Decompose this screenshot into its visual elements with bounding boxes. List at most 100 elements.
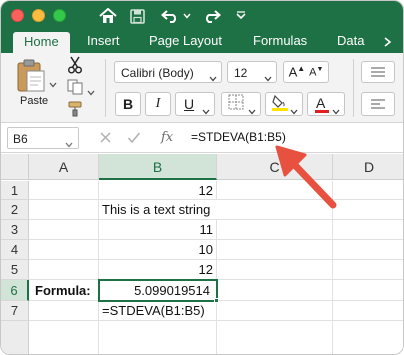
row-header[interactable]: 4: [1, 240, 29, 260]
row-header[interactable]: 3: [1, 220, 29, 240]
minimize-window-button[interactable]: [32, 9, 45, 22]
cell-a1[interactable]: [29, 181, 99, 200]
cell-c5[interactable]: [217, 260, 333, 280]
row-header[interactable]: 2: [1, 200, 29, 220]
fill-bucket-icon: [271, 93, 289, 116]
borders-button[interactable]: [221, 92, 261, 116]
font-size-buttons: A▲ A▼: [283, 61, 329, 83]
chevron-down-icon: [202, 102, 210, 120]
cell-a3[interactable]: [29, 220, 99, 240]
cell-c7[interactable]: [217, 301, 333, 321]
redo-icon[interactable]: [201, 5, 223, 27]
undo-dropdown-chevron-icon[interactable]: [181, 5, 193, 27]
cancel-icon[interactable]: [99, 131, 112, 149]
active-cell-border: [98, 279, 218, 302]
font-size-dropdown[interactable]: 12: [227, 61, 277, 83]
increase-font-size-button[interactable]: A▲: [289, 64, 306, 79]
font-name-dropdown[interactable]: Calibri (Body): [114, 61, 222, 83]
underline-button[interactable]: U: [175, 92, 215, 116]
cell-b3[interactable]: 11: [99, 220, 217, 240]
decrease-font-size-button[interactable]: A▼: [309, 66, 323, 79]
font-color-button[interactable]: A: [307, 92, 345, 116]
tab-data[interactable]: Data: [337, 31, 364, 53]
fill-color-button[interactable]: [265, 92, 303, 116]
cell-a5[interactable]: [29, 260, 99, 280]
cell-c8[interactable]: [217, 321, 333, 354]
chevron-down-icon: [248, 102, 256, 120]
copy-dropdown-chevron-icon[interactable]: [87, 83, 95, 101]
cell-d3[interactable]: [333, 220, 403, 240]
row-header: [1, 321, 29, 354]
select-all-corner[interactable]: [1, 154, 29, 180]
spreadsheet-grid: A B C D 1 2 3 4 5 6 7 12 This is a text …: [1, 154, 403, 354]
cell-b1[interactable]: 12: [99, 181, 217, 200]
cell-c4[interactable]: [217, 240, 333, 260]
ribbon-home: Paste Calibri (Body) 12 A▲ A▼ B I U A: [1, 53, 403, 123]
cell-a6[interactable]: Formula:: [29, 280, 99, 301]
font-name-value: Calibri (Body): [121, 66, 194, 80]
cell-a7[interactable]: [29, 301, 99, 321]
bold-button[interactable]: B: [115, 92, 141, 116]
cell-d2[interactable]: [333, 200, 403, 220]
row-header[interactable]: 1: [1, 181, 29, 200]
ribbon-separator: [105, 59, 106, 117]
format-painter-icon[interactable]: [67, 101, 85, 122]
cell-b8[interactable]: [99, 321, 217, 354]
cell-d1[interactable]: [333, 181, 403, 200]
tab-insert[interactable]: Insert: [87, 31, 120, 53]
cell-a2[interactable]: [29, 200, 99, 220]
row-header[interactable]: 6: [1, 280, 29, 301]
home-icon[interactable]: [97, 5, 119, 27]
chevron-down-icon: [209, 69, 217, 87]
cell-d8[interactable]: [333, 321, 403, 354]
zoom-window-button[interactable]: [53, 9, 66, 22]
column-header-d[interactable]: D: [333, 154, 403, 180]
undo-icon[interactable]: [159, 5, 181, 27]
cell-b4[interactable]: 10: [99, 240, 217, 260]
annotation-arrow-icon: [275, 145, 337, 209]
chevron-down-icon: [290, 102, 298, 120]
borders-icon: [228, 94, 244, 115]
cell-b2[interactable]: This is a text string: [99, 200, 217, 220]
enter-checkmark-icon[interactable]: [127, 131, 141, 149]
ribbon-separator: [353, 59, 354, 117]
name-box[interactable]: B6: [7, 127, 79, 149]
paste-clipboard-icon[interactable]: [15, 59, 47, 98]
cell-d6[interactable]: [333, 280, 403, 301]
cell-c3[interactable]: [217, 220, 333, 240]
insert-function-fx-button[interactable]: fx: [161, 130, 173, 145]
cell-b5[interactable]: 12: [99, 260, 217, 280]
align-top-button[interactable]: [361, 61, 395, 83]
column-header-a[interactable]: A: [29, 154, 99, 180]
column-header-b[interactable]: B: [99, 154, 217, 180]
chevron-down-icon: [65, 135, 73, 153]
row-header[interactable]: 5: [1, 260, 29, 280]
row-header[interactable]: 7: [1, 301, 29, 321]
cell-d7[interactable]: [333, 301, 403, 321]
customize-toolbar-icon[interactable]: [233, 5, 249, 27]
tab-formulas[interactable]: Formulas: [253, 31, 307, 53]
excel-window: Home Insert Page Layout Formulas Data Pa…: [0, 0, 404, 355]
chevron-down-icon: [332, 102, 340, 120]
formula-bar: B6 fx =STDEVA(B1:B5): [1, 123, 403, 153]
paste-dropdown-chevron-icon[interactable]: [49, 75, 57, 93]
tab-home[interactable]: Home: [13, 32, 70, 53]
title-bar: [1, 1, 403, 31]
cell-a4[interactable]: [29, 240, 99, 260]
cell-b7[interactable]: =STDEVA(B1:B5): [99, 301, 217, 321]
cut-scissors-icon[interactable]: [67, 56, 83, 79]
tab-page-layout[interactable]: Page Layout: [149, 31, 222, 53]
cell-c6[interactable]: [217, 280, 333, 301]
copy-icon[interactable]: [67, 79, 85, 100]
tab-overflow-chevron-icon[interactable]: [383, 31, 393, 53]
cell-d5[interactable]: [333, 260, 403, 280]
italic-button[interactable]: I: [145, 92, 171, 116]
paste-label[interactable]: Paste: [20, 95, 48, 107]
cell-a8[interactable]: [29, 321, 99, 354]
cell-d4[interactable]: [333, 240, 403, 260]
name-box-value: B6: [13, 132, 28, 146]
save-icon[interactable]: [127, 5, 147, 27]
align-left-button[interactable]: [361, 92, 395, 116]
fill-handle[interactable]: [214, 298, 219, 303]
close-window-button[interactable]: [11, 9, 24, 22]
